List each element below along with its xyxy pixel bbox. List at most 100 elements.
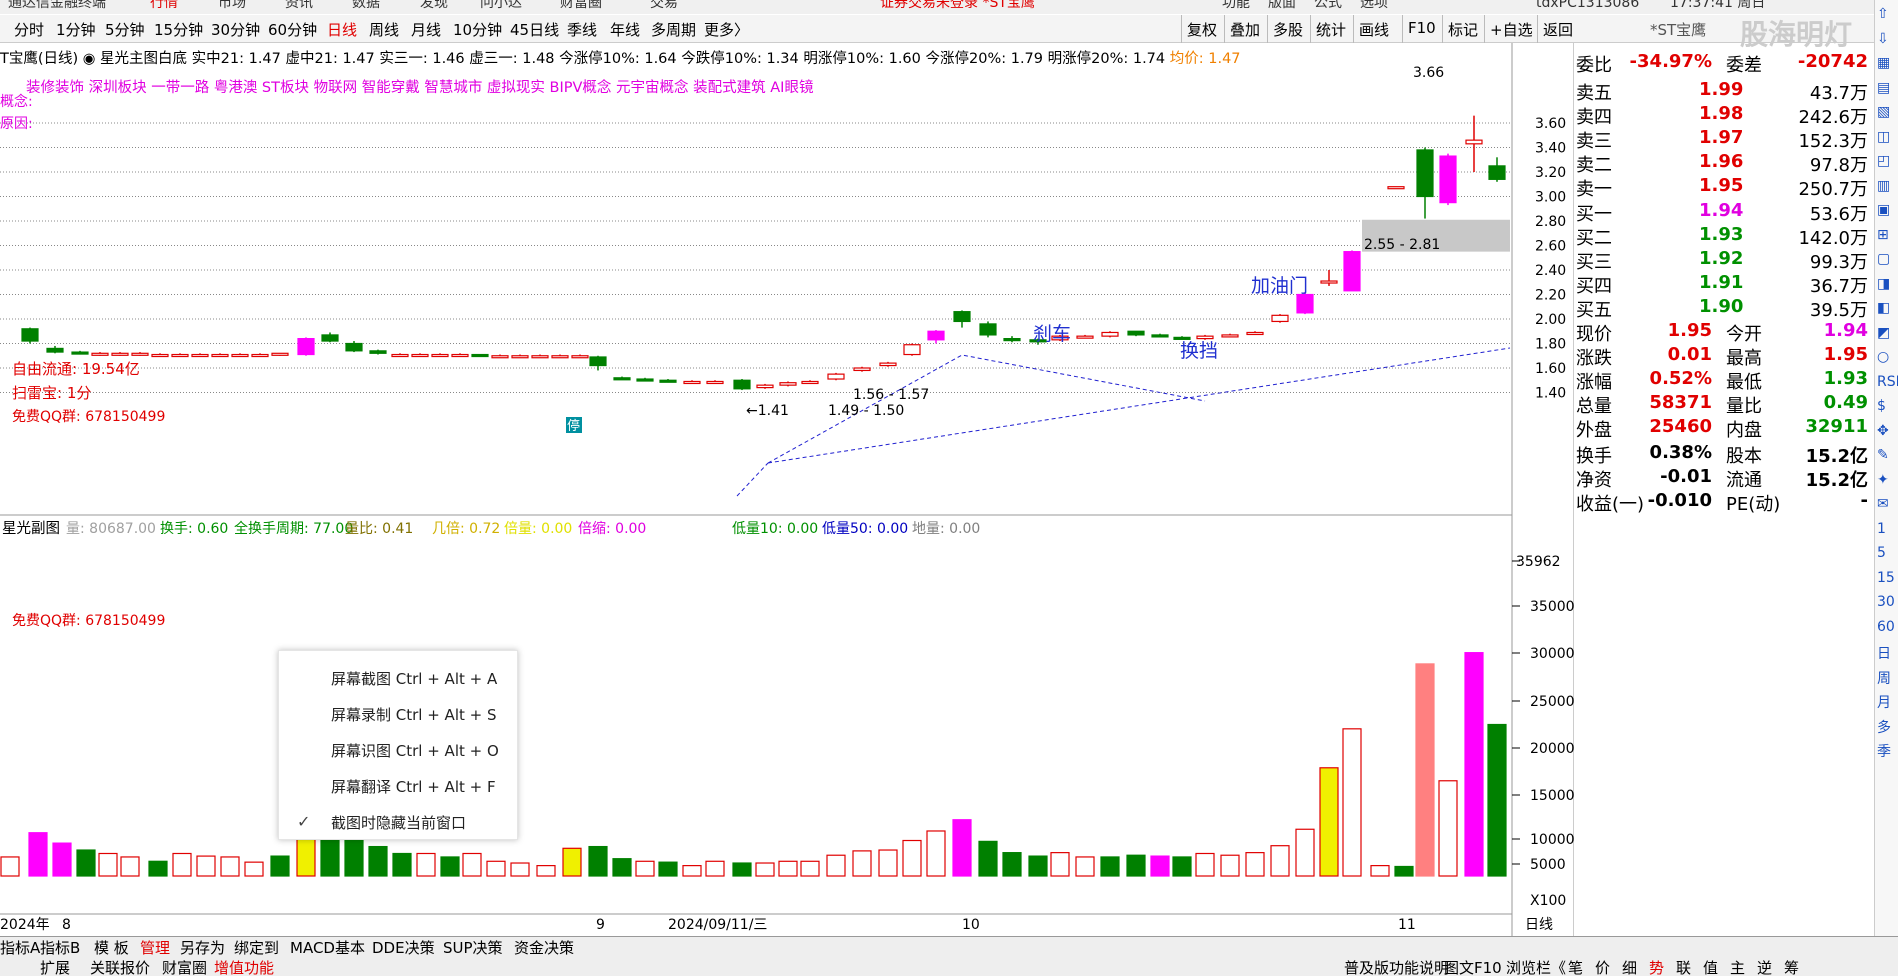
- top-right-1[interactable]: 版面: [1268, 0, 1296, 10]
- context-menu-item[interactable]: 屏幕录制 Ctrl + Alt + S: [331, 704, 497, 725]
- period-0[interactable]: 分时: [14, 19, 44, 40]
- bottom-tab-1[interactable]: 指标B: [40, 937, 80, 958]
- period-8[interactable]: 月线: [411, 19, 441, 40]
- bottom-right-6[interactable]: 势: [1649, 957, 1664, 978]
- right-tool-icon[interactable]: ✦: [1877, 472, 1889, 488]
- right-tool-icon[interactable]: ▤: [1877, 80, 1890, 96]
- bottom-tab-6[interactable]: MACD基本: [290, 937, 365, 958]
- period-10[interactable]: 45日线: [510, 19, 559, 40]
- right-tool-icon[interactable]: ◫: [1877, 129, 1890, 145]
- tool-5[interactable]: F10: [1408, 19, 1436, 37]
- right-tool-icon[interactable]: 多: [1877, 717, 1891, 737]
- right-tool-icon[interactable]: ▥: [1877, 178, 1890, 194]
- period-14[interactable]: 更多〉: [704, 19, 749, 40]
- top-menu-7[interactable]: 财富圈: [560, 0, 602, 10]
- tool-2[interactable]: 多股: [1273, 19, 1303, 40]
- right-tool-icon[interactable]: ⇩: [1877, 31, 1889, 47]
- tool-8[interactable]: 返回: [1543, 19, 1573, 40]
- right-tool-icon[interactable]: 月: [1877, 692, 1891, 712]
- bid-row[interactable]: 买二 1.93 142.0万: [1574, 224, 1874, 249]
- tool-1[interactable]: 叠加: [1230, 19, 1260, 40]
- right-tool-icon[interactable]: ✉: [1877, 496, 1889, 512]
- bottom-right-3[interactable]: 笔: [1568, 957, 1583, 978]
- kline-chart[interactable]: 3.60 3.40 3.20 3.00 2.80 2.60 2.40 2.20 2.00 1.80…: [0, 43, 1574, 936]
- top-right-2[interactable]: 公式: [1314, 0, 1342, 10]
- bottom-right-5[interactable]: 细: [1622, 957, 1637, 978]
- bottom-tab-7[interactable]: DDE决策: [372, 937, 435, 958]
- top-right-0[interactable]: 功能: [1222, 0, 1250, 10]
- bottom-right-4[interactable]: 价: [1595, 957, 1610, 978]
- bottom-tab-0[interactable]: 指标A: [0, 937, 40, 958]
- bid-row[interactable]: 买一 1.94 53.6万: [1574, 200, 1874, 225]
- period-12[interactable]: 年线: [610, 19, 640, 40]
- context-menu-item[interactable]: 屏幕识图 Ctrl + Alt + O: [331, 740, 499, 761]
- period-4[interactable]: 30分钟: [211, 19, 260, 40]
- bottom-right-2[interactable]: 浏览栏《: [1506, 957, 1566, 978]
- bottom-row2-1[interactable]: 关联报价: [90, 957, 150, 978]
- right-tool-icon[interactable]: RSI: [1877, 374, 1898, 390]
- right-tool-icon[interactable]: 季: [1877, 741, 1891, 761]
- context-menu-item[interactable]: 截图时隐藏当前窗口: [331, 812, 466, 833]
- top-menu-1[interactable]: 行情: [150, 0, 178, 10]
- right-tool-icon[interactable]: 15: [1877, 570, 1895, 586]
- bottom-right-1[interactable]: 图文F10: [1444, 957, 1502, 978]
- right-tool-icon[interactable]: ✥: [1877, 423, 1889, 439]
- bottom-right-8[interactable]: 值: [1703, 957, 1718, 978]
- right-tool-icon[interactable]: $: [1877, 398, 1886, 414]
- bottom-row2-2[interactable]: 财富圈: [162, 957, 207, 978]
- period-7[interactable]: 周线: [369, 19, 399, 40]
- ask-row[interactable]: 卖二 1.96 97.8万: [1574, 151, 1874, 176]
- bid-row[interactable]: 买五 1.90 39.5万: [1574, 296, 1874, 321]
- context-menu-item[interactable]: 屏幕翻译 Ctrl + Alt + F: [331, 776, 496, 797]
- top-menu-8[interactable]: 交易: [650, 0, 678, 10]
- tool-4[interactable]: 画线: [1359, 19, 1389, 40]
- right-tool-icon[interactable]: ⊞: [1877, 227, 1889, 243]
- top-right-3[interactable]: 选项: [1360, 0, 1388, 10]
- bottom-tab-8[interactable]: SUP决策: [443, 937, 503, 958]
- right-tool-icon[interactable]: ▦: [1877, 55, 1890, 71]
- right-tool-icon[interactable]: 60: [1877, 619, 1895, 635]
- right-tool-icon[interactable]: ◨: [1877, 276, 1890, 292]
- right-tool-icon[interactable]: ▢: [1877, 251, 1890, 267]
- period-6[interactable]: 日线: [327, 19, 357, 40]
- top-menu-2[interactable]: 市场: [218, 0, 246, 10]
- bottom-right-11[interactable]: 筹: [1784, 957, 1799, 978]
- bottom-right-7[interactable]: 联: [1676, 957, 1691, 978]
- top-menu-3[interactable]: 资讯: [285, 0, 313, 10]
- bottom-tab-3[interactable]: 管理: [140, 937, 170, 958]
- period-9[interactable]: 10分钟: [453, 19, 502, 40]
- top-menu-4[interactable]: 数据: [352, 0, 380, 10]
- bid-row[interactable]: 买三 1.92 99.3万: [1574, 248, 1874, 273]
- top-menu-0[interactable]: 通达信金融终端: [8, 0, 106, 10]
- ask-row[interactable]: 卖一 1.95 250.7万: [1574, 175, 1874, 200]
- right-tool-icon[interactable]: ✎: [1877, 447, 1889, 463]
- right-tool-icon[interactable]: ▧: [1877, 104, 1890, 120]
- right-tool-icon[interactable]: ▣: [1877, 202, 1890, 218]
- right-tool-icon[interactable]: ⇧: [1877, 6, 1889, 22]
- period-5[interactable]: 60分钟: [268, 19, 317, 40]
- bottom-right-10[interactable]: 逆: [1757, 957, 1772, 978]
- top-menu-5[interactable]: 发现: [420, 0, 448, 10]
- right-tool-icon[interactable]: 1: [1877, 521, 1886, 537]
- bottom-right-0[interactable]: 普及版功能说明: [1344, 957, 1449, 978]
- tool-3[interactable]: 统计: [1316, 19, 1346, 40]
- bottom-row2-3[interactable]: 增值功能: [214, 957, 274, 978]
- period-3[interactable]: 15分钟: [154, 19, 203, 40]
- right-tool-icon[interactable]: ○: [1877, 349, 1889, 365]
- period-1[interactable]: 1分钟: [56, 19, 96, 40]
- bottom-row2-0[interactable]: 扩展: [40, 957, 70, 978]
- context-menu-item[interactable]: 屏幕截图 Ctrl + Alt + A: [331, 668, 497, 689]
- right-tool-icon[interactable]: ◰: [1877, 153, 1890, 169]
- bid-row[interactable]: 买四 1.91 36.7万: [1574, 272, 1874, 297]
- tool-6[interactable]: 标记: [1448, 19, 1478, 40]
- bottom-right-9[interactable]: 主: [1730, 957, 1745, 978]
- tool-7[interactable]: +自选: [1490, 19, 1533, 40]
- period-2[interactable]: 5分钟: [105, 19, 145, 40]
- bottom-tab-4[interactable]: 另存为: [180, 937, 225, 958]
- ask-row[interactable]: 卖三 1.97 152.3万: [1574, 127, 1874, 152]
- period-13[interactable]: 多周期: [651, 19, 696, 40]
- right-tool-icon[interactable]: ◧: [1877, 300, 1890, 316]
- bottom-tab-5[interactable]: 绑定到: [234, 937, 279, 958]
- right-tool-icon[interactable]: ◩: [1877, 325, 1890, 341]
- top-menu-6[interactable]: 问小达: [480, 0, 522, 10]
